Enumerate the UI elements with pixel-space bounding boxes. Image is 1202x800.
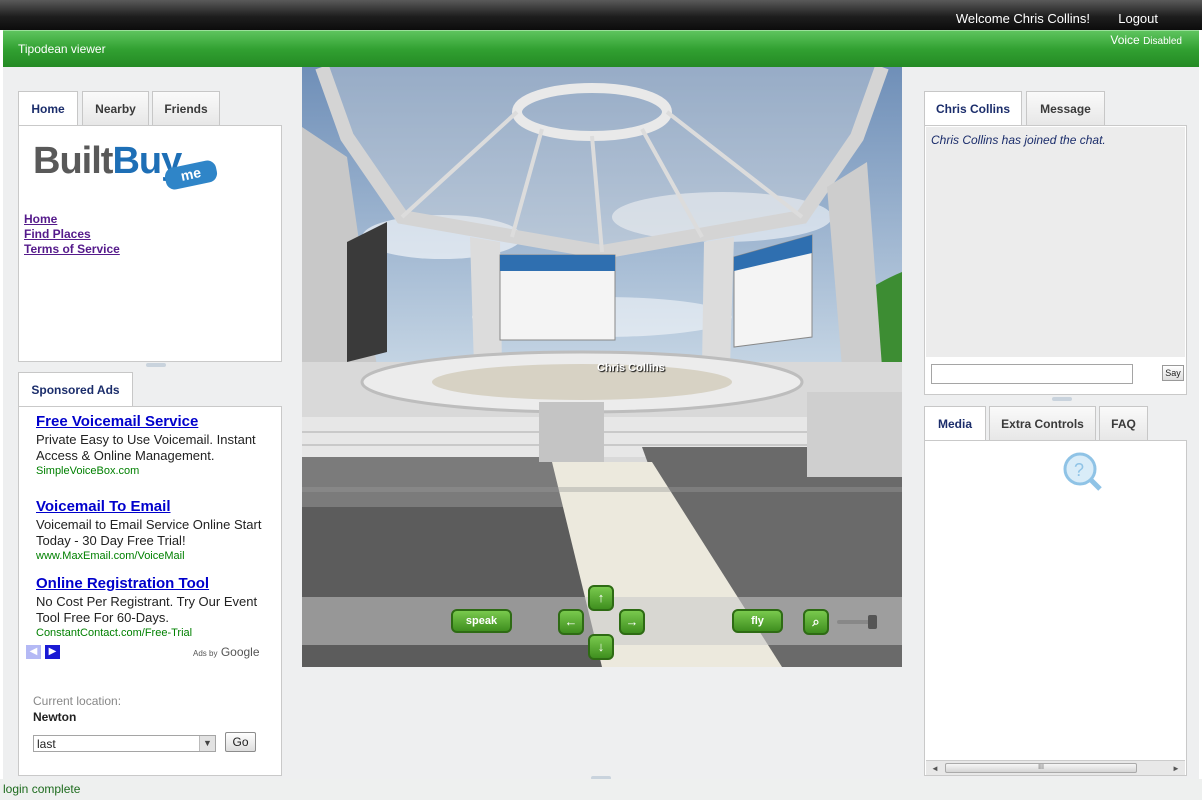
link-home[interactable]: Home: [24, 212, 120, 227]
media-tabstrip: Media Extra Controls FAQ: [924, 406, 1187, 441]
zoom-slider[interactable]: [837, 615, 877, 629]
ad-item: Voicemail To Email Voicemail to Email Se…: [36, 498, 276, 562]
current-location-label: Current location:: [33, 694, 122, 708]
ad-description: Voicemail to Email Service Online Start …: [36, 517, 262, 548]
location-select-value: last: [37, 737, 56, 751]
say-button[interactable]: Say: [1162, 365, 1184, 381]
ad-description: No Cost Per Registrant. Try Our Event To…: [36, 594, 258, 625]
media-hscrollbar[interactable]: ◄ III ►: [926, 760, 1185, 775]
ad-description: Private Easy to Use Voicemail. Instant A…: [36, 432, 256, 463]
tab-nearby[interactable]: Nearby: [82, 91, 149, 125]
voice-label: Voice: [1110, 33, 1140, 47]
move-right-icon[interactable]: →: [619, 609, 645, 635]
tab-extra-controls[interactable]: Extra Controls: [989, 406, 1096, 440]
home-panel: BuiltBuy me Home Find Places Terms of Se…: [18, 125, 282, 362]
welcome-text: Welcome Chris Collins!: [955, 11, 1090, 26]
svg-text:?: ?: [1074, 460, 1084, 480]
voice-status: Voice Disabled: [1110, 33, 1182, 47]
ad-url[interactable]: ConstantContact.com/Free-Trial: [36, 627, 276, 639]
ad-url[interactable]: www.MaxEmail.com/VoiceMail: [36, 550, 276, 562]
move-down-icon[interactable]: ↓: [588, 634, 614, 660]
ad-item: Free Voicemail Service Private Easy to U…: [36, 413, 276, 477]
ads-panel: Free Voicemail Service Private Easy to U…: [18, 406, 282, 776]
chat-tabstrip: Chris Collins Message: [924, 91, 1187, 126]
ads-tabstrip: Sponsored Ads: [18, 372, 282, 407]
move-up-icon[interactable]: ↑: [588, 585, 614, 611]
home-links: Home Find Places Terms of Service: [24, 212, 120, 257]
scroll-right-icon[interactable]: ►: [1170, 763, 1182, 774]
chat-message: Chris Collins has joined the chat.: [931, 133, 1106, 147]
chevron-down-icon[interactable]: ▼: [199, 736, 215, 751]
tab-media[interactable]: Media: [924, 406, 986, 441]
tab-home[interactable]: Home: [18, 91, 78, 126]
speak-button[interactable]: speak: [451, 609, 512, 633]
tab-sponsored-ads[interactable]: Sponsored Ads: [18, 372, 133, 407]
ads-by-google[interactable]: Ads by Google: [193, 645, 260, 659]
fly-button[interactable]: fly: [732, 609, 783, 633]
ad-title[interactable]: Online Registration Tool: [36, 575, 276, 592]
ads-prev-icon[interactable]: ◀: [26, 645, 41, 659]
tab-chris-collins[interactable]: Chris Collins: [924, 91, 1022, 126]
voice-status-value: Disabled: [1143, 36, 1182, 47]
status-text: login complete: [3, 782, 81, 796]
scroll-thumb[interactable]: III: [945, 763, 1137, 773]
chat-input[interactable]: [931, 364, 1133, 384]
main-area: Home Nearby Friends BuiltBuy me Home Fin…: [3, 67, 1199, 780]
move-left-icon[interactable]: ←: [558, 609, 584, 635]
current-location-value: Newton: [33, 710, 77, 724]
title-bar: Tipodean viewer Voice Disabled: [3, 30, 1199, 67]
logo-text: BuiltBuy: [33, 140, 182, 182]
tab-friends[interactable]: Friends: [152, 91, 220, 125]
location-select[interactable]: last ▼: [33, 735, 216, 752]
link-find-places[interactable]: Find Places: [24, 227, 120, 242]
logout-link[interactable]: Logout: [1118, 11, 1158, 26]
ad-url[interactable]: SimpleVoiceBox.com: [36, 465, 276, 477]
top-bar: Welcome Chris Collins! Logout: [0, 0, 1202, 30]
avatar-name-label: Chris Collins: [597, 362, 665, 374]
right-splitter[interactable]: [1052, 397, 1072, 401]
app-title: Tipodean viewer: [18, 42, 106, 56]
tab-message[interactable]: Message: [1026, 91, 1105, 125]
ads-next-icon[interactable]: ▶: [45, 645, 60, 659]
3d-viewer[interactable]: Chris Collins speak ↑ ← → ↓ fly ⌕: [302, 67, 902, 667]
zoom-icon[interactable]: ⌕: [803, 609, 829, 635]
status-bar: login complete: [0, 779, 1202, 800]
media-panel: ? ◄ III ►: [924, 440, 1187, 776]
ad-item: Online Registration Tool No Cost Per Reg…: [36, 575, 276, 639]
ad-title[interactable]: Free Voicemail Service: [36, 413, 276, 430]
zoom-slider-handle[interactable]: [868, 615, 877, 629]
ad-title[interactable]: Voicemail To Email: [36, 498, 276, 515]
scroll-left-icon[interactable]: ◄: [929, 763, 941, 774]
left-tabstrip: Home Nearby Friends: [18, 91, 282, 126]
builtbuy-logo: BuiltBuy me: [33, 140, 223, 192]
left-splitter[interactable]: [146, 363, 166, 367]
viewer-controls: speak ↑ ← → ↓ fly ⌕: [302, 585, 902, 660]
link-terms[interactable]: Terms of Service: [24, 242, 120, 257]
chat-log: Chris Collins has joined the chat.: [926, 127, 1185, 357]
media-search-icon: ?: [1063, 452, 1102, 491]
go-button[interactable]: Go: [225, 732, 256, 752]
chat-panel: Chris Collins has joined the chat. Say: [924, 125, 1187, 395]
tab-faq[interactable]: FAQ: [1099, 406, 1148, 440]
